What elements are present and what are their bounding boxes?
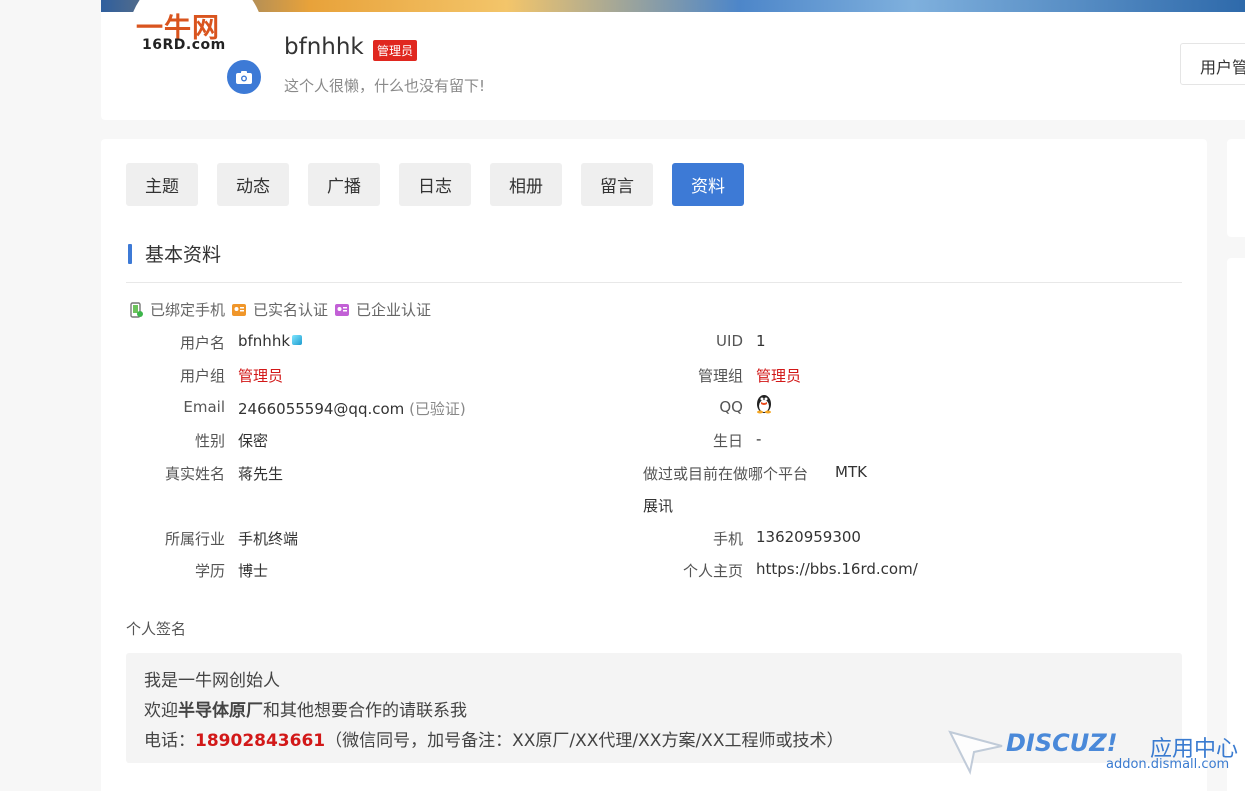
verify-enterprise-label: 已企业认证 <box>356 301 432 319</box>
signature-line-1: 我是一牛网创始人 <box>144 671 280 691</box>
email-value: 2466055594@qq.com (已验证) <box>238 398 466 419</box>
section-heading: 基本资料 <box>128 240 221 267</box>
signature-phone-prefix: 电话： <box>144 731 195 751</box>
tab-messages[interactable]: 留言 <box>581 163 653 206</box>
section-title: 基本资料 <box>145 244 222 266</box>
profile-tabs: 主题 动态 广播 日志 相册 留言 资料 <box>126 163 763 206</box>
signature-line-2-suffix: 和其他想要合作的请联系我 <box>263 701 467 721</box>
signature-line-2-prefix: 欢迎 <box>144 701 178 721</box>
signature-line-2-bold: 半导体原厂 <box>178 701 263 721</box>
realname-value: 蒋先生 <box>238 465 284 483</box>
gender-value: 保密 <box>238 432 269 450</box>
user-management-button[interactable]: 用户管 <box>1180 43 1245 85</box>
side-card-bottom <box>1227 258 1245 791</box>
verify-phone: 已绑定手机 <box>128 299 225 320</box>
realname-label: 真实姓名 <box>164 465 225 483</box>
email-label: Email <box>183 398 225 416</box>
change-avatar-button[interactable] <box>224 57 264 97</box>
qq-penguin-icon[interactable] <box>754 392 774 418</box>
mobile-label: 手机 <box>712 530 743 548</box>
homepage-link[interactable]: https://bbs.16rd.com/ <box>756 560 918 578</box>
qq-label: QQ <box>719 398 743 416</box>
platform-value: MTK <box>835 463 867 481</box>
verify-realname-label: 已实名认证 <box>253 301 329 319</box>
verify-phone-label: 已绑定手机 <box>150 301 226 319</box>
tab-blog[interactable]: 日志 <box>399 163 471 206</box>
platform-value-2: 展讯 <box>643 497 674 515</box>
platform-label: 做过或目前在做哪个平台 <box>643 465 809 483</box>
admin-group-label: 管理组 <box>697 367 743 385</box>
profile-motto: 这个人很懒，什么也没有留下! <box>284 77 486 95</box>
signature-phone-note: （微信同号，加号备注：XX原厂/XX代理/XX方案/XX工程师或技术） <box>325 731 844 751</box>
admin-group-value[interactable]: 管理员 <box>756 365 801 386</box>
watermark-brand: DISCUZ! <box>1006 729 1118 757</box>
birthday-value: - <box>756 430 762 448</box>
verify-realname: 已实名认证 <box>231 299 328 320</box>
watermark-url: addon.dismall.com <box>1106 757 1230 772</box>
verify-enterprise: 已企业认证 <box>334 299 431 320</box>
uid-label: UID <box>716 332 743 350</box>
section-divider <box>126 282 1182 283</box>
homepage-label: 个人主页 <box>682 562 743 580</box>
birthday-label: 生日 <box>712 432 743 450</box>
profile-banner <box>101 0 1245 12</box>
phone-verified-icon <box>130 301 143 318</box>
verification-row: 已绑定手机 已实名认证 已企业认证 <box>128 299 437 320</box>
tab-activity[interactable]: 动态 <box>217 163 289 206</box>
industry-value: 手机终端 <box>238 530 299 548</box>
education-label: 学历 <box>194 562 225 580</box>
camera-icon <box>236 70 252 84</box>
profile-header-card <box>101 0 1245 120</box>
username-value-text: bfnhhk <box>238 332 291 350</box>
admin-badge: 管理员 <box>373 40 418 61</box>
qq-icon <box>757 395 771 414</box>
user-group-value[interactable]: 管理员 <box>238 365 283 386</box>
enterprise-icon <box>335 303 350 316</box>
mobile-value: 13620959300 <box>756 528 861 546</box>
email-address: 2466055594@qq.com <box>238 400 405 418</box>
signature-phone-number: 18902843661 <box>195 731 326 751</box>
tab-broadcast[interactable]: 广播 <box>308 163 380 206</box>
id-card-icon <box>232 303 247 316</box>
gender-label: 性别 <box>194 432 225 450</box>
uid-value: 1 <box>756 332 766 350</box>
username-value: bfnhhk <box>238 332 303 350</box>
tab-topics[interactable]: 主题 <box>126 163 198 206</box>
username-label: 用户名 <box>179 334 225 352</box>
side-card-top <box>1227 139 1245 237</box>
signature-line-2: 欢迎半导体原厂和其他想要合作的请联系我 <box>144 696 1164 726</box>
tab-profile[interactable]: 资料 <box>672 163 744 206</box>
avatar-logo-subtext: 16RD.com <box>142 37 226 53</box>
tab-album[interactable]: 相册 <box>490 163 562 206</box>
industry-label: 所属行业 <box>164 530 225 548</box>
signature-label: 个人签名 <box>126 620 187 638</box>
profile-username: bfnhhk <box>284 34 364 60</box>
online-gem-icon <box>292 335 303 345</box>
email-verified-status: (已验证) <box>409 400 466 418</box>
education-value: 博士 <box>238 562 269 580</box>
user-group-label: 用户组 <box>179 367 225 385</box>
section-accent-bar <box>128 243 132 264</box>
